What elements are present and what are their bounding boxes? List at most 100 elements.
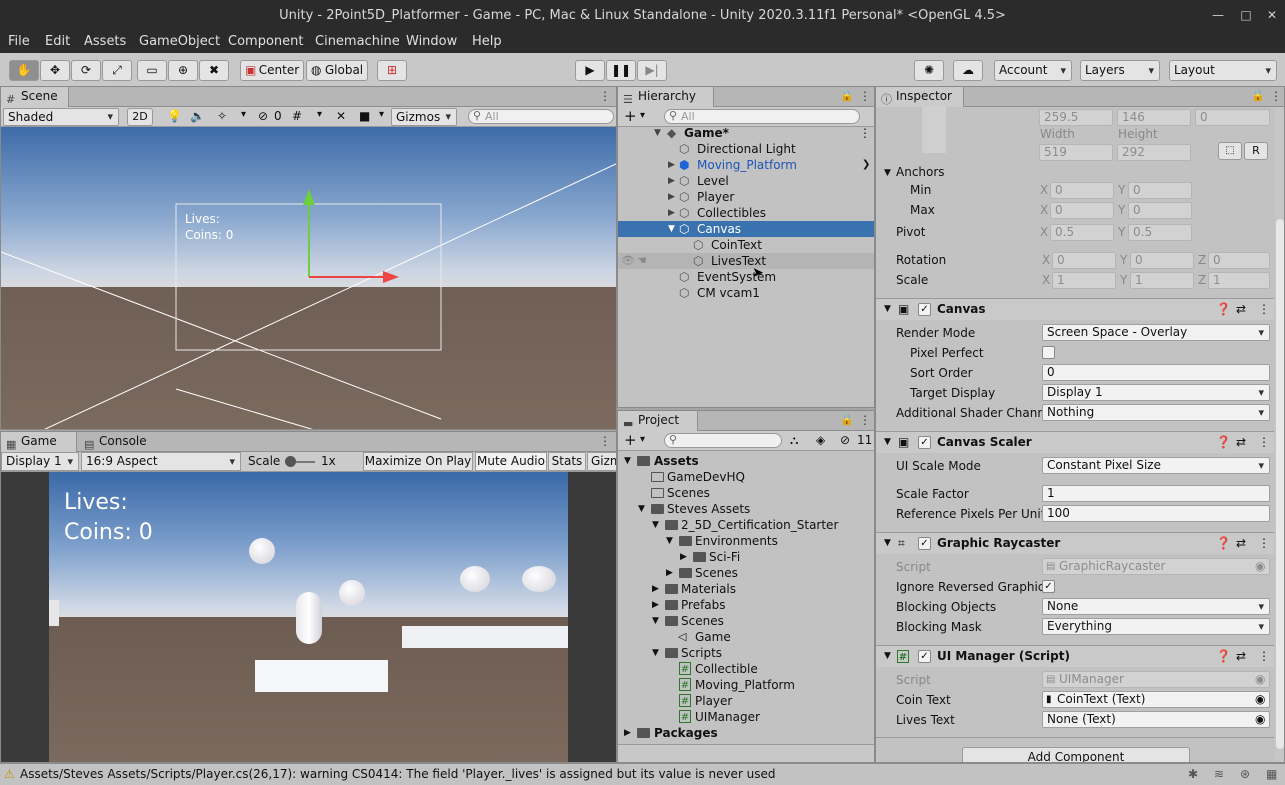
display-dropdown[interactable]: Display 1 [1, 452, 79, 471]
help-icon[interactable]: ❓ [1216, 299, 1231, 320]
help-icon[interactable]: ❓ [1216, 432, 1231, 453]
rotation-y-field[interactable]: 0 [1130, 252, 1194, 269]
object-picker-icon[interactable]: ◉ [1255, 712, 1265, 727]
ui-manager-script-field[interactable]: ▤ UIManager ◉ [1042, 671, 1270, 688]
kebab-menu-icon[interactable]: ⋮ [599, 89, 611, 103]
tab-project[interactable]: ▬ Project [618, 411, 698, 431]
scale-z-field[interactable]: 1 [1208, 272, 1270, 289]
canvas-component-header[interactable]: ▼ ▣ ✓ Canvas ❓ ⇄ ⋮ [876, 298, 1274, 320]
scale-slider-handle[interactable] [285, 456, 296, 467]
ui-manager-header[interactable]: ▼ # ✓ UI Manager (Script) ❓ ⇄ ⋮ [876, 645, 1274, 667]
effects-icon[interactable]: ✧ [217, 109, 227, 123]
hierarchy-item[interactable]: ▶ ⬡ Collectibles [618, 205, 874, 221]
height-field[interactable]: 292 [1117, 144, 1191, 161]
project-item[interactable]: GameDevHQ [618, 469, 874, 485]
aspect-dropdown[interactable]: 16:9 Aspect [81, 452, 241, 471]
pos-x-field[interactable]: 259.5 [1039, 109, 1113, 126]
collapse-arrow-icon[interactable]: ▶ [668, 173, 675, 189]
project-kebab-icon[interactable]: ⋮ [859, 413, 871, 427]
expand-arrow-icon[interactable]: ▼ [884, 646, 891, 667]
pickable-hand-icon[interactable]: ☚ [637, 253, 647, 269]
project-add-icon[interactable]: + [624, 431, 637, 449]
hierarchy-item[interactable]: ⬡ CM vcam1 [618, 285, 874, 301]
scale-factor-field[interactable]: 1 [1042, 485, 1270, 502]
add-dropdown-icon[interactable]: ▾ [640, 110, 645, 121]
graphic-raycaster-header[interactable]: ▼ ⌗ ✓ Graphic Raycaster ❓ ⇄ ⋮ [876, 532, 1274, 554]
expand-arrow-icon[interactable]: ▼ [652, 613, 659, 629]
project-lock-icon[interactable]: 🔒 [840, 413, 854, 426]
grid-snap-icon[interactable]: ⊞ [377, 60, 407, 81]
custom-tool-icon[interactable]: ✖ [199, 60, 229, 81]
collab-icon[interactable]: ✺ [914, 60, 944, 81]
expand-arrow-icon[interactable]: ▼ [884, 533, 891, 554]
presets-icon[interactable]: ⇄ [1236, 299, 1246, 320]
collapse-arrow-icon[interactable]: ▶ [680, 549, 687, 565]
rotation-z-field[interactable]: 0 [1208, 252, 1270, 269]
progress-icon[interactable]: ⊛ [1240, 764, 1250, 785]
project-item[interactable]: ▶ Materials [618, 581, 874, 597]
raycaster-script-field[interactable]: ▤ GraphicRaycaster ◉ [1042, 558, 1270, 575]
ui-scale-mode-dropdown[interactable]: Constant Pixel Size [1042, 457, 1270, 474]
pivot-center-button[interactable]: ▣ Center [240, 60, 304, 81]
scale-tool-icon[interactable]: ⤢ [102, 60, 132, 81]
pos-z-field[interactable]: 0 [1195, 109, 1270, 126]
menu-assets[interactable]: Assets [84, 34, 126, 49]
component-menu-icon[interactable]: ⋮ [1258, 432, 1270, 453]
menu-help[interactable]: Help [472, 34, 502, 49]
sort-order-field[interactable]: 0 [1042, 364, 1270, 381]
menu-file[interactable]: File [8, 34, 30, 49]
scene-search-input[interactable]: All [468, 109, 614, 124]
hidden-packages-icon[interactable]: ⊘ [840, 433, 850, 447]
inspector-kebab-icon[interactable]: ⋮ [1270, 89, 1282, 103]
help-icon[interactable]: ❓ [1216, 533, 1231, 554]
expand-arrow-icon[interactable]: ▼ [624, 453, 631, 469]
2d-toggle-button[interactable]: 2D [127, 108, 153, 126]
collapse-arrow-icon[interactable]: ▶ [668, 205, 675, 221]
project-item[interactable]: Scenes [618, 485, 874, 501]
pivot-x-field[interactable]: 0.5 [1050, 224, 1114, 241]
shading-dropdown[interactable]: Shaded [3, 108, 119, 126]
tools-icon[interactable]: ✕ [336, 109, 346, 123]
account-dropdown[interactable]: Account [994, 60, 1072, 81]
expand-arrow-icon[interactable]: ▼ [652, 517, 659, 533]
canvas-enabled-checkbox[interactable]: ✓ [918, 303, 931, 316]
project-item[interactable]: ▶ Scenes [618, 565, 874, 581]
project-item[interactable]: ▶ Packages [618, 725, 874, 741]
camera-dropdown-icon[interactable]: ▾ [379, 109, 384, 120]
render-mode-dropdown[interactable]: Screen Space - Overlay [1042, 324, 1270, 341]
component-menu-icon[interactable]: ⋮ [1258, 533, 1270, 554]
collapse-arrow-icon[interactable]: ▶ [668, 189, 675, 205]
maximize-on-play-button[interactable]: Maximize On Play [363, 452, 473, 471]
collapse-arrow-icon[interactable]: ▶ [652, 581, 659, 597]
cache-server-icon[interactable]: ▦ [1266, 764, 1277, 785]
project-item[interactable]: ▼ Scripts [618, 645, 874, 661]
anchor-max-y-field[interactable]: 0 [1128, 202, 1192, 219]
project-item[interactable]: # Collectible [618, 661, 874, 677]
hierarchy-item[interactable]: ⬡ EventSystem [618, 269, 874, 285]
hierarchy-kebab-icon[interactable]: ⋮ [859, 89, 871, 103]
chevron-right-icon[interactable]: ❯ [862, 157, 870, 173]
collapse-arrow-icon[interactable]: ▶ [668, 157, 675, 173]
expand-arrow-icon[interactable]: ▼ [654, 125, 661, 141]
stats-button[interactable]: Stats [548, 452, 586, 471]
scale-y-field[interactable]: 1 [1130, 272, 1194, 289]
maximize-icon[interactable]: □ [1238, 7, 1254, 23]
project-item[interactable]: # UIManager [618, 709, 874, 725]
grid-visibility-icon[interactable]: # [292, 109, 302, 123]
menu-cinemachine[interactable]: Cinemachine [315, 34, 400, 49]
visibility-eye-icon[interactable]: 👁 [621, 253, 635, 269]
project-item[interactable]: ▼ Assets [618, 453, 874, 469]
reference-pixels-field[interactable]: 100 [1042, 505, 1270, 522]
hierarchy-item[interactable]: ▶ ⬡ Level [618, 173, 874, 189]
lightbulb-icon[interactable]: 💡 [167, 109, 182, 123]
filter-label-icon[interactable]: ◈ [816, 433, 825, 447]
cloud-icon[interactable]: ☁ [953, 60, 983, 81]
menu-window[interactable]: Window [406, 34, 457, 49]
expand-arrow-icon[interactable]: ▼ [884, 432, 891, 453]
project-item[interactable]: ▶ Sci-Fi [618, 549, 874, 565]
width-field[interactable]: 519 [1039, 144, 1113, 161]
gizmos-dropdown[interactable]: Gizmos [391, 108, 457, 126]
move-tool-icon[interactable]: ✥ [40, 60, 70, 81]
game-kebab-menu-icon[interactable]: ⋮ [599, 434, 611, 448]
blocking-mask-dropdown[interactable]: Everything [1042, 618, 1270, 635]
